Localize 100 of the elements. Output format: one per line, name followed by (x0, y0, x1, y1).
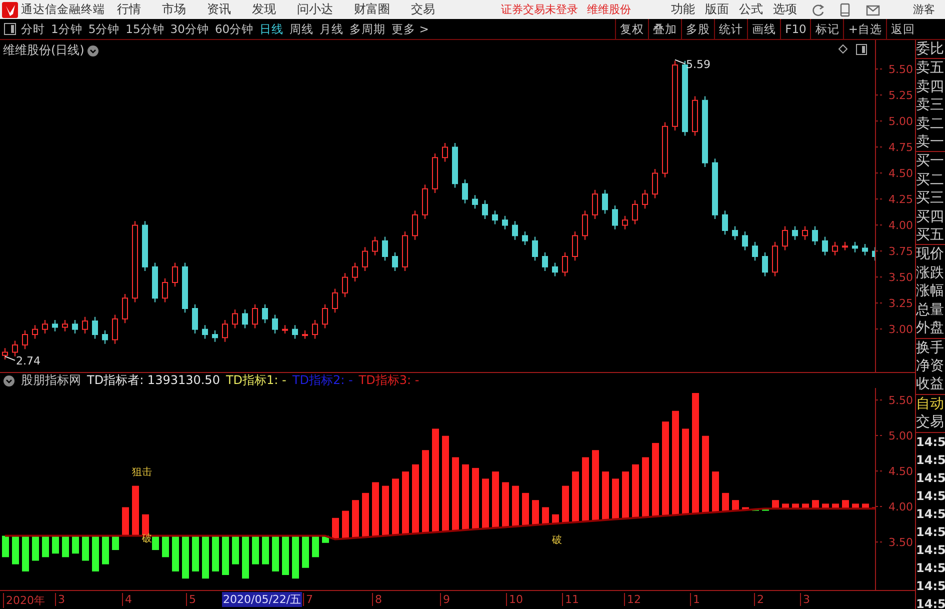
chart-title: 维维股份(日线) (3, 42, 84, 59)
candlestick (392, 252, 398, 272)
candlestick (222, 319, 228, 342)
app-title: 通达信金融终端 (21, 2, 105, 17)
trade-time: 14:5 (916, 596, 945, 609)
menu-item[interactable]: 发现 (252, 1, 276, 18)
menu-item[interactable]: 资讯 (207, 1, 231, 18)
axis-label: 5.50 (888, 63, 913, 76)
menu-item[interactable]: 交易 (411, 1, 435, 18)
period-tab[interactable]: 5分钟 (88, 22, 120, 36)
axis-label: 9 (440, 593, 450, 606)
candlestick (152, 262, 158, 303)
candlestick (202, 324, 208, 340)
diamond-icon[interactable] (838, 44, 848, 54)
period-tab[interactable]: 15分钟 (126, 22, 164, 36)
axis-label: 4 (122, 593, 132, 606)
period-tab[interactable]: 月线 (320, 22, 344, 36)
axis-label: 4.00 (888, 219, 913, 232)
menu-item[interactable]: 选项 (773, 1, 797, 18)
axis-label: 5.00 (888, 430, 913, 442)
period-tab[interactable]: 更多 > (392, 22, 429, 36)
period-tab[interactable]: 1分钟 (51, 22, 82, 36)
candlestick (652, 168, 658, 199)
legend-label: TD指标3: - (358, 372, 420, 389)
candlestick (472, 194, 478, 210)
quote-field-label: 卖一 (916, 133, 945, 152)
status-notice[interactable]: 证券交易未登录 (501, 2, 578, 17)
panel-toggle-icon[interactable] (3, 22, 17, 36)
candlestick (482, 200, 488, 220)
axis-label: 3 (55, 593, 65, 606)
cursor-date-label: 2020/05/22/五 (222, 592, 302, 607)
candlestick (862, 243, 868, 256)
candlestick (262, 304, 268, 324)
candlestick (172, 262, 178, 288)
mail-icon[interactable] (865, 2, 881, 16)
trade-time: 14:5 (916, 578, 945, 595)
refresh-icon[interactable] (811, 2, 825, 16)
candlestick (542, 252, 548, 272)
candlestick (732, 226, 738, 240)
menu-item[interactable]: 市场 (162, 1, 186, 18)
axis-label: 4.50 (888, 167, 913, 180)
menu-item[interactable]: 行情 (117, 1, 141, 18)
candlestick (162, 278, 168, 303)
panel-toggle-icon[interactable] (856, 44, 867, 55)
candlestick (92, 316, 98, 340)
period-tab[interactable]: 分时 (21, 22, 45, 36)
candlestick (382, 236, 388, 262)
period-tab[interactable]: 多周期 (350, 22, 386, 36)
candlestick (712, 158, 718, 220)
chevron-down-icon[interactable] (87, 44, 100, 56)
candlestick (42, 319, 48, 334)
trade-time: 14:5 (916, 524, 945, 541)
axis-label: 3.25 (888, 297, 913, 310)
candlestick (872, 246, 875, 262)
candlestick (582, 210, 588, 240)
candlestick (22, 330, 28, 350)
quote-field-label: 外盘 (916, 319, 945, 338)
candlestick (102, 330, 108, 344)
quote-field-label: 涨幅 (916, 282, 945, 301)
candlestick (142, 220, 148, 272)
signal-label: 破 (552, 534, 562, 546)
user-label[interactable]: 游客 (913, 2, 935, 17)
menu-item[interactable]: 公式 (739, 1, 763, 18)
axis-label: 3.75 (888, 245, 913, 258)
quote-field-label: 买五 (916, 226, 945, 244)
period-tab[interactable]: 周线 (290, 22, 314, 36)
menu-item[interactable]: 版面 (705, 1, 729, 18)
candlestick (292, 324, 298, 340)
axis-label: 4.25 (888, 193, 913, 206)
mode-label[interactable]: 自动 (916, 394, 945, 414)
menu-item[interactable]: 问小达 (297, 1, 333, 18)
candlestick (362, 246, 368, 272)
period-tab[interactable]: 日线 (260, 22, 284, 36)
candlestick (842, 241, 848, 251)
period-tab[interactable]: 60分钟 (214, 22, 254, 36)
quote-field-label: 卖三 (916, 96, 945, 115)
candlestick (592, 189, 598, 220)
candlestick (52, 319, 58, 332)
candlestick (312, 319, 318, 340)
chevron-down-icon[interactable] (3, 374, 15, 386)
candlestick (602, 189, 608, 214)
trade-label: 交易 (916, 413, 945, 432)
trade-time: 14:5 (916, 488, 945, 505)
axis-label: 3.50 (888, 536, 913, 549)
phone-icon[interactable] (839, 2, 851, 16)
status-notice[interactable]: 维维股份 (587, 2, 631, 17)
quote-field-label: 买四 (916, 208, 945, 226)
period-tab[interactable]: 30分钟 (170, 22, 209, 36)
quote-field-label: 换手 (916, 338, 945, 357)
candlestick (332, 288, 338, 314)
legend-label: 股朋指标网 (21, 372, 81, 389)
menu-item[interactable]: 财富圈 (354, 1, 390, 18)
logo-icon[interactable] (2, 2, 18, 18)
candlestick (562, 252, 568, 277)
candlestick (242, 309, 248, 329)
axis-label: 2020年 (3, 593, 45, 608)
candlestick (122, 293, 128, 324)
price-label: 2.74 (16, 354, 40, 368)
menu-item[interactable]: 功能 (671, 1, 695, 18)
axis-label: 3.50 (888, 271, 913, 284)
